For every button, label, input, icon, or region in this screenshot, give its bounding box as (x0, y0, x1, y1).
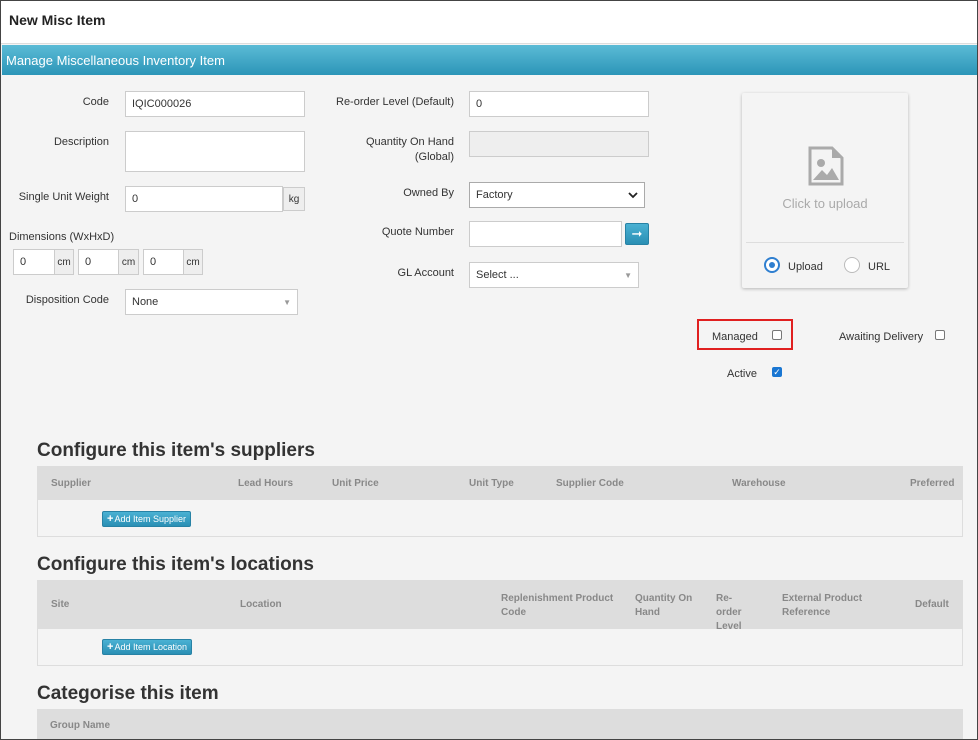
url-radio[interactable] (844, 257, 860, 273)
caret-down-icon: ▼ (624, 270, 632, 280)
owned-by-label: Owned By (403, 187, 454, 199)
code-label: Code (82, 96, 109, 108)
weight-label: Single Unit Weight (18, 191, 109, 203)
url-radio-label: URL (868, 261, 891, 273)
click-to-upload-text: Click to upload (782, 196, 868, 211)
add-item-supplier-label: Add Item Supplier (114, 514, 186, 524)
column-header[interactable]: Lead Hours (238, 478, 293, 489)
column-header[interactable]: Quantity On Hand (635, 592, 699, 620)
window-title: New Misc Item (9, 12, 106, 28)
column-header[interactable]: Supplier (51, 478, 91, 489)
column-header[interactable]: Warehouse (732, 478, 786, 489)
qoh-label-line2: (Global) (414, 151, 454, 163)
disposition-value: None (132, 296, 159, 308)
title-bar: New Misc Item (1, 1, 977, 44)
awaiting-delivery-checkbox[interactable] (935, 330, 945, 340)
owned-by-value: Factory (476, 189, 513, 201)
image-upload-card[interactable]: Click to upload Upload URL (742, 93, 908, 288)
disposition-label: Disposition Code (25, 294, 109, 306)
qoh-label-line1: Quantity On Hand (365, 136, 454, 148)
gl-account-value: Select ... (476, 269, 519, 281)
dimension-height-unit: cm (118, 249, 139, 275)
categorise-grid: Group Name (37, 709, 963, 739)
column-header[interactable]: Location (240, 599, 282, 610)
locations-grid: Site Location Replenishment Product Code… (37, 580, 963, 666)
active-checkbox[interactable]: ✓ (772, 367, 782, 377)
description-label: Description (53, 136, 109, 148)
plus-icon: + (107, 513, 114, 525)
column-header[interactable]: Site (51, 599, 69, 610)
app-frame: New Misc Item Manage Miscellaneous Inven… (0, 0, 978, 740)
dimension-width-unit: cm (54, 249, 74, 275)
upload-radio-label: Upload (788, 261, 823, 273)
locations-grid-header: Site Location Replenishment Product Code… (38, 581, 962, 632)
column-header[interactable]: Supplier Code (556, 478, 624, 489)
divider (746, 242, 904, 243)
suppliers-heading: Configure this item's suppliers (37, 440, 315, 461)
active-label: Active (727, 368, 757, 380)
highlight-box (697, 319, 793, 350)
column-header[interactable]: Replenishment Product Code (501, 592, 619, 620)
column-header[interactable]: Group Name (50, 720, 110, 731)
weight-unit: kg (283, 187, 305, 211)
dimension-depth-unit: cm (183, 249, 203, 275)
add-item-supplier-button[interactable]: + Add Item Supplier (102, 511, 191, 527)
qoh-input (469, 131, 649, 157)
categorise-heading: Categorise this item (37, 683, 219, 704)
gl-account-select[interactable]: Select ... ▼ (469, 262, 639, 288)
caret-down-icon: ▼ (283, 297, 291, 307)
quote-number-label: Quote Number (381, 226, 454, 238)
categorise-grid-header: Group Name (38, 710, 962, 739)
image-file-icon (808, 146, 844, 186)
column-header[interactable]: Unit Price (332, 478, 379, 489)
reorder-label: Re-order Level (Default) (336, 96, 454, 108)
add-item-location-button[interactable]: + Add Item Location (102, 639, 192, 655)
dimension-height-input[interactable]: 0 (78, 249, 119, 275)
column-header[interactable]: Preferred (910, 478, 954, 489)
quote-go-button[interactable]: ➞ (625, 223, 649, 245)
plus-icon: + (107, 641, 114, 653)
column-header[interactable]: Default (915, 599, 949, 610)
suppliers-grid: Supplier Lead Hours Unit Price Unit Type… (37, 466, 963, 537)
dimensions-label: Dimensions (WxHxD) (9, 231, 115, 243)
description-textarea[interactable] (125, 131, 305, 172)
column-header[interactable]: Unit Type (469, 478, 514, 489)
dimension-width-input[interactable]: 0 (13, 249, 55, 275)
upload-radio[interactable] (764, 257, 780, 273)
arrow-right-icon: ➞ (631, 226, 643, 241)
add-item-location-label: Add Item Location (114, 642, 187, 652)
quote-number-input[interactable] (469, 221, 622, 247)
chevron-down-icon (628, 191, 638, 198)
column-header[interactable]: External Product Reference (782, 592, 866, 620)
gl-account-label: GL Account (397, 267, 454, 279)
code-input[interactable]: IQIC000026 (125, 91, 305, 117)
disposition-select[interactable]: None ▼ (125, 289, 298, 315)
suppliers-grid-header: Supplier Lead Hours Unit Price Unit Type… (38, 467, 962, 500)
locations-heading: Configure this item's locations (37, 554, 314, 575)
column-header[interactable]: Re-order Level (716, 592, 756, 634)
dimension-depth-input[interactable]: 0 (143, 249, 184, 275)
owned-by-select[interactable]: Factory (469, 182, 645, 208)
reorder-input[interactable]: 0 (469, 91, 649, 117)
panel-header: Manage Miscellaneous Inventory Item (2, 45, 977, 75)
weight-input[interactable]: 0 (125, 186, 283, 212)
awaiting-delivery-label: Awaiting Delivery (839, 331, 924, 343)
